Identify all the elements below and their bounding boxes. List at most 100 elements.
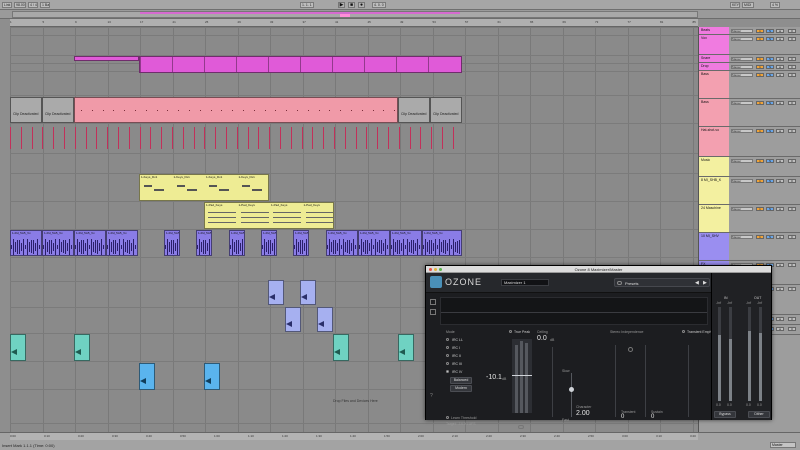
- track-volume[interactable]: 0: [788, 263, 796, 267]
- threshold-meter[interactable]: [512, 339, 532, 413]
- track-solo[interactable]: S: [766, 65, 774, 69]
- audio-clip[interactable]: 1-Rd_5A5_Vx: [293, 230, 309, 256]
- track-arm[interactable]: ●: [776, 159, 784, 163]
- track-solo[interactable]: S: [766, 129, 774, 133]
- track-arm[interactable]: ●: [776, 263, 784, 267]
- track-output-select[interactable]: Master: [731, 179, 753, 183]
- track-activator[interactable]: 1: [756, 65, 764, 69]
- track-name[interactable]: Hat-shot-vo: [701, 128, 719, 132]
- track-solo[interactable]: S: [766, 37, 774, 41]
- threshold-value[interactable]: -10.1: [486, 374, 502, 381]
- audio-clip[interactable]: 1-Rd_5A5_Vx: [42, 230, 74, 256]
- track-header[interactable]: Hat-shot-vo Master 1 S ● 0: [699, 127, 800, 157]
- track-solo[interactable]: S: [766, 179, 774, 183]
- time-signature-field[interactable]: 4 / 4: [28, 2, 38, 8]
- track-output-select[interactable]: Master: [731, 159, 753, 163]
- mode-option[interactable]: IRC IV: [446, 369, 486, 375]
- track-solo[interactable]: S: [766, 159, 774, 163]
- track-arm[interactable]: ●: [776, 73, 784, 77]
- track-activator[interactable]: 1: [756, 129, 764, 133]
- track-solo[interactable]: S: [766, 207, 774, 211]
- track-name[interactable]: 24 Maschine: [701, 206, 721, 210]
- track-header[interactable]: Bass Master 1 S ● 0: [699, 71, 800, 99]
- track-arm[interactable]: ●: [776, 37, 784, 41]
- track-volume[interactable]: 0: [788, 37, 796, 41]
- sample-clip[interactable]: [300, 280, 316, 305]
- deactivated-clip[interactable]: Clip Deactivated: [430, 97, 462, 123]
- track-name[interactable]: Bass: [701, 100, 709, 104]
- arrangement-overview[interactable]: [0, 10, 800, 19]
- track-header[interactable]: 8 MI_SHB_K Master 1 S ● 0: [699, 177, 800, 205]
- audio-clip[interactable]: 1-Rd_5A5_Vx: [164, 230, 180, 256]
- stereo-link-icon[interactable]: [628, 347, 633, 352]
- mode-option[interactable]: IRC LL: [446, 337, 486, 343]
- track-activator[interactable]: 1: [756, 235, 764, 239]
- stereo-sustain-value[interactable]: 0: [651, 414, 654, 420]
- track-arm[interactable]: ●: [776, 317, 784, 321]
- dither-button[interactable]: Dither: [748, 411, 770, 418]
- track-solo[interactable]: S: [766, 101, 774, 105]
- mode-style-select[interactable]: Modern: [450, 385, 472, 392]
- track-output-select[interactable]: Master: [731, 235, 753, 239]
- track-header[interactable]: Beats Master 1 S ● 0: [699, 27, 800, 35]
- deactivated-clip[interactable]: Clip Deactivated: [398, 97, 430, 123]
- meter-in-l-gain[interactable]: 0.0: [716, 403, 721, 407]
- audio-clip[interactable]: 1-Rd_5A5_Vx: [106, 230, 138, 256]
- character-handle[interactable]: [569, 387, 574, 392]
- track-volume[interactable]: 0: [788, 207, 796, 211]
- track-activator[interactable]: 1: [756, 37, 764, 41]
- learn-threshold-icon[interactable]: [446, 416, 449, 419]
- status-right-selector[interactable]: Master: [770, 442, 796, 448]
- record-icon[interactable]: ●: [358, 2, 365, 8]
- track-volume[interactable]: 0: [788, 29, 796, 33]
- track-name[interactable]: Music: [701, 158, 710, 162]
- track-volume[interactable]: 0: [788, 287, 796, 291]
- track-name[interactable]: Bass: [701, 72, 709, 76]
- track-header[interactable]: Music Master 1 S ● 0: [699, 157, 800, 177]
- mode-style-select[interactable]: Balanced: [450, 377, 472, 384]
- mode-radio[interactable]: [446, 346, 449, 349]
- signal-chain-icon[interactable]: [430, 309, 436, 315]
- track-volume[interactable]: 0: [788, 65, 796, 69]
- meter-in-r-gain[interactable]: 0.0: [727, 403, 732, 407]
- track-solo[interactable]: S: [766, 73, 774, 77]
- sample-clip[interactable]: [10, 334, 26, 361]
- track-header[interactable]: Bass Master 1 S ● 0: [699, 99, 800, 127]
- audio-clip[interactable]: 1-Rd_5A5_Vx: [74, 230, 106, 256]
- track-name[interactable]: 8 MI_SHB_K: [701, 178, 721, 182]
- metronome-quantize[interactable]: 1 Bar: [40, 2, 50, 8]
- character-slider[interactable]: [569, 373, 574, 417]
- track-volume[interactable]: 0: [788, 327, 796, 331]
- track-name[interactable]: Drop: [701, 64, 709, 68]
- audio-clip[interactable]: 1-Rd_5A5_Vx: [261, 230, 277, 256]
- sample-clip[interactable]: [285, 307, 301, 332]
- link-icon[interactable]: [518, 425, 524, 429]
- sample-clip[interactable]: [333, 334, 349, 361]
- mode-radio[interactable]: [446, 370, 449, 373]
- link-button[interactable]: Link: [2, 2, 12, 8]
- midi-clip[interactable]: [74, 56, 139, 61]
- track-activator[interactable]: 1: [756, 207, 764, 211]
- audio-clip[interactable]: 1-Rd_5A5_Vx: [390, 230, 422, 256]
- key-map-button[interactable]: KEY: [730, 2, 740, 8]
- track-name[interactable]: Snare: [701, 56, 710, 60]
- track-output-select[interactable]: Master: [731, 207, 753, 211]
- track-name[interactable]: Vox: [701, 36, 707, 40]
- track-activator[interactable]: 1: [756, 179, 764, 183]
- sample-clip[interactable]: [317, 307, 333, 332]
- track-volume[interactable]: 0: [788, 179, 796, 183]
- help-question-icon[interactable]: ?: [430, 393, 433, 399]
- track-volume[interactable]: 0: [788, 101, 796, 105]
- prev-preset-icon[interactable]: ◀: [695, 280, 699, 286]
- audio-clip[interactable]: 1-Rd_5A5_Vx: [196, 230, 212, 256]
- tempo-field[interactable]: 98.00: [14, 2, 26, 8]
- meter-out-l-gain[interactable]: 0.0: [746, 403, 751, 407]
- track-arm[interactable]: ●: [776, 101, 784, 105]
- sample-clip[interactable]: [268, 280, 284, 305]
- transient-emphasis-slider[interactable]: [688, 345, 689, 417]
- character-value[interactable]: 2.00: [576, 410, 590, 417]
- track-arm[interactable]: ●: [776, 287, 784, 291]
- track-volume[interactable]: 0: [788, 159, 796, 163]
- track-output-select[interactable]: Master: [731, 57, 753, 61]
- bass-clip[interactable]: [74, 97, 398, 123]
